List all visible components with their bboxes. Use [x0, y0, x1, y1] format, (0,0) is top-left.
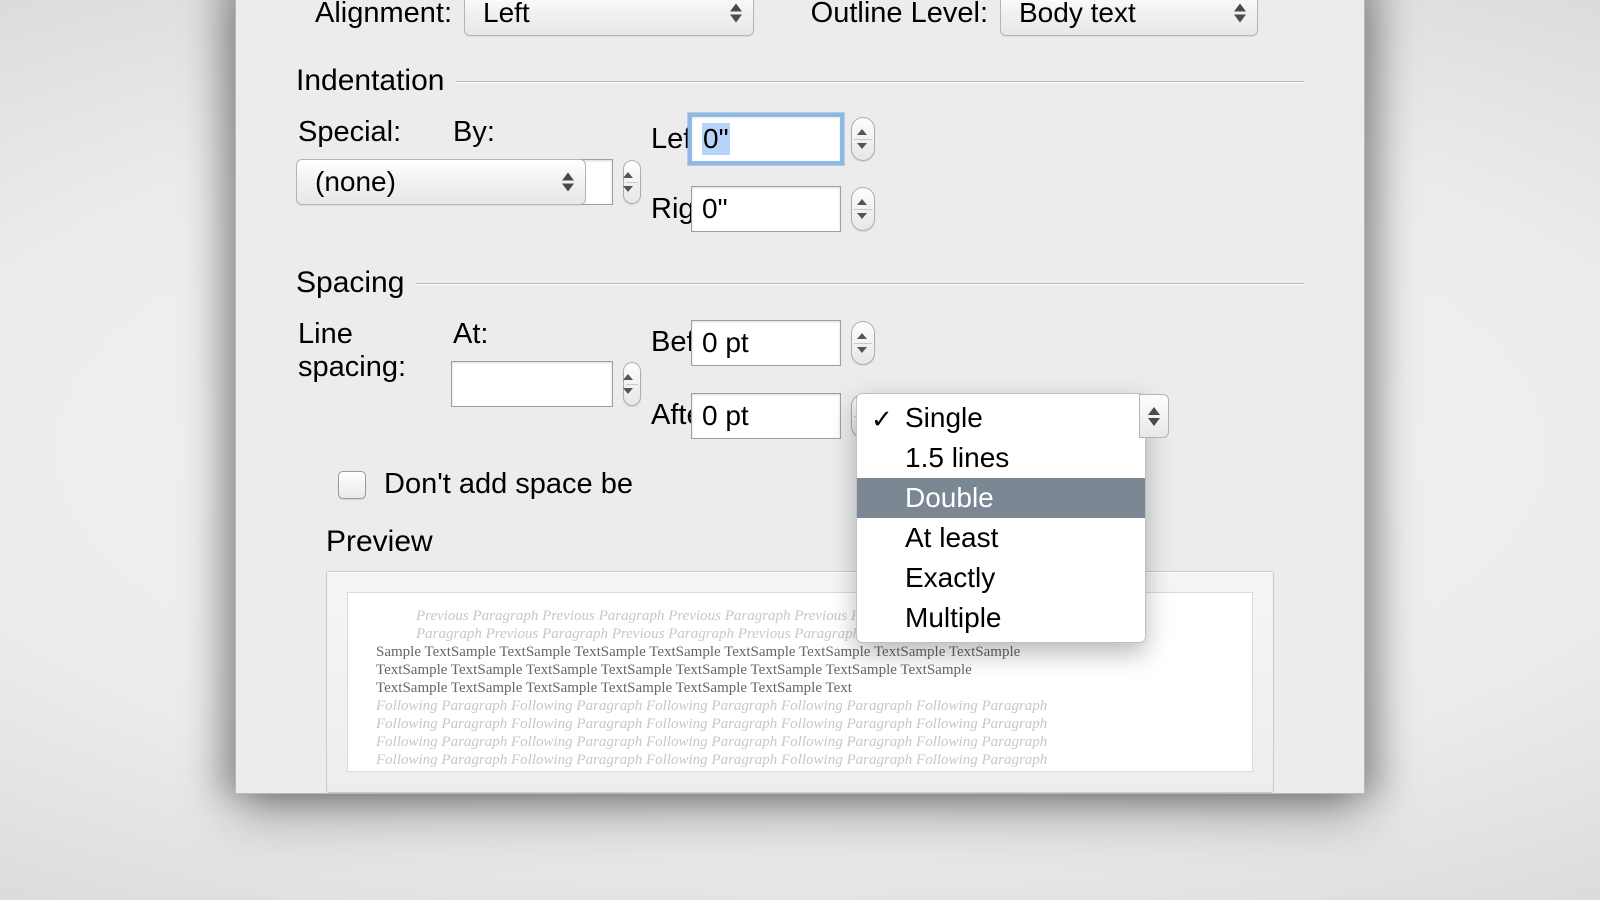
outline-level-select[interactable]: Body text — [1000, 0, 1258, 36]
spacing-after-label: After: — [651, 399, 681, 432]
preview-follow-line: Following Paragraph Following Paragraph … — [376, 733, 1224, 751]
spacing-at-field[interactable] — [451, 361, 613, 407]
line-spacing-option-at-least[interactable]: At least — [857, 518, 1145, 558]
preview-label: Preview — [326, 525, 1304, 559]
special-value: (none) — [315, 166, 396, 198]
alignment-label: Alignment: — [296, 0, 456, 30]
spacing-after-field[interactable]: 0 pt — [691, 393, 841, 439]
indent-left-stepper[interactable] — [851, 117, 875, 161]
divider — [416, 283, 1304, 284]
preview-sample-line: TextSample TextSample TextSample TextSam… — [376, 679, 1224, 697]
special-select[interactable]: (none) — [296, 159, 586, 205]
indent-left-label: Left: — [651, 123, 681, 156]
spacing-after-value: 0 pt — [702, 400, 749, 432]
option-label: Multiple — [905, 602, 1001, 634]
preview-follow-line: Following Paragraph Following Paragraph … — [376, 751, 1224, 769]
spacing-at-stepper[interactable] — [623, 362, 641, 406]
option-label: Single — [905, 402, 983, 434]
dont-add-space-label-left: Don't add space be — [384, 468, 633, 501]
indent-by-stepper[interactable] — [623, 160, 641, 204]
alignment-row: Alignment: Left Outline Level: Body text — [296, 0, 1304, 36]
spacing-before-stepper[interactable] — [851, 321, 875, 365]
outline-level-label: Outline Level: — [792, 0, 992, 30]
line-spacing-option-exactly[interactable]: Exactly — [857, 558, 1145, 598]
option-label: Exactly — [905, 562, 995, 594]
line-spacing-label: Line spacing: — [298, 318, 441, 384]
spacing-before-label: Before: — [651, 326, 681, 359]
select-arrows-icon — [729, 4, 743, 23]
spacing-header-label: Spacing — [296, 266, 404, 300]
indent-right-stepper[interactable] — [851, 187, 875, 231]
indent-by-label: By: — [453, 116, 641, 149]
preview-follow-line: Following Paragraph Following Paragraph … — [376, 697, 1224, 715]
check-icon: ✓ — [871, 404, 893, 435]
spacing-header: Spacing — [296, 266, 1304, 300]
preview-sample-line: TextSample TextSample TextSample TextSam… — [376, 661, 1224, 679]
line-spacing-option-1-5[interactable]: 1.5 lines — [857, 438, 1145, 478]
alignment-select[interactable]: Left — [464, 0, 754, 36]
line-spacing-dropdown[interactable]: ✓ Single 1.5 lines Double At least Exact… — [856, 393, 1146, 643]
dont-add-space-row: Don't add space be he same style — [338, 468, 1304, 501]
preview-sample-line: Sample TextSample TextSample TextSample … — [376, 643, 1224, 661]
indent-right-field[interactable]: 0" — [691, 186, 841, 232]
indentation-header: Indentation — [296, 64, 1304, 98]
divider — [456, 81, 1304, 82]
option-label: Double — [905, 482, 994, 514]
preview-follow-line: Following Paragraph Following Paragraph … — [376, 715, 1224, 733]
select-arrows-icon — [561, 173, 575, 192]
option-label: At least — [905, 522, 998, 554]
indent-left-value: 0" — [702, 123, 730, 155]
spacing-before-field[interactable]: 0 pt — [691, 320, 841, 366]
indentation-header-label: Indentation — [296, 64, 444, 98]
indentation-grid: Left: 0" Special: (none) By: — [296, 116, 1304, 232]
paragraph-dialog: Alignment: Left Outline Level: Body text… — [235, 0, 1365, 794]
outline-level-value: Body text — [1019, 0, 1136, 29]
dont-add-space-checkbox[interactable] — [338, 471, 366, 499]
option-label: 1.5 lines — [905, 442, 1009, 474]
line-spacing-option-double[interactable]: Double — [857, 478, 1145, 518]
indent-right-value: 0" — [702, 193, 728, 225]
line-spacing-option-multiple[interactable]: Multiple — [857, 598, 1145, 638]
indent-right-label: Right: — [651, 193, 681, 226]
spacing-before-value: 0 pt — [702, 327, 749, 359]
line-spacing-option-single[interactable]: ✓ Single — [857, 398, 1145, 438]
special-label: Special: — [298, 116, 441, 149]
alignment-value: Left — [483, 0, 530, 29]
select-arrows-icon — [1233, 4, 1247, 23]
indent-left-field[interactable]: 0" — [691, 116, 841, 162]
spacing-at-label: At: — [453, 318, 641, 351]
